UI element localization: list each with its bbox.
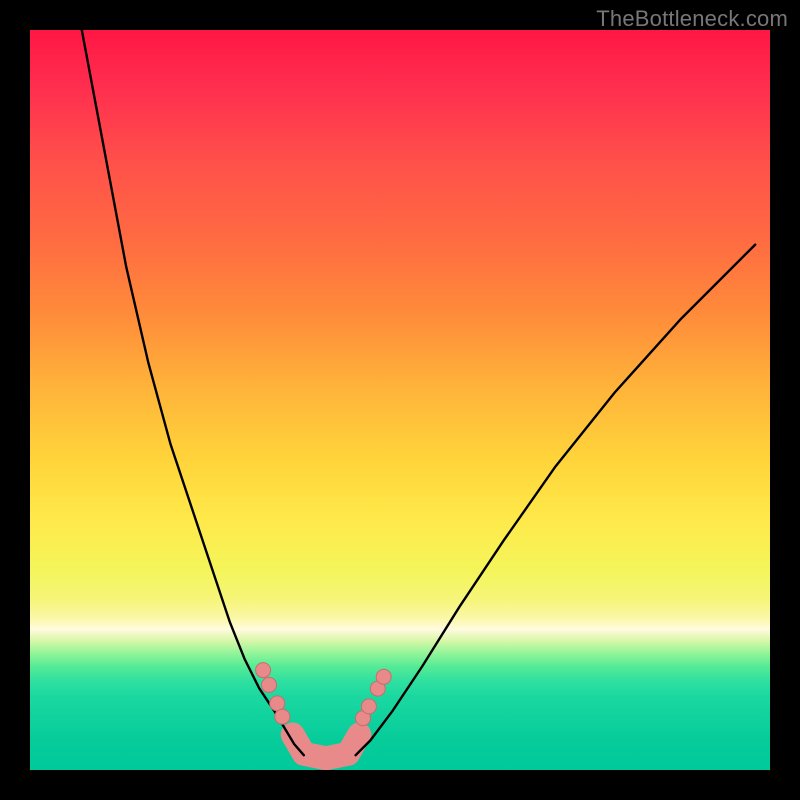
plot-area [30, 30, 770, 770]
series-left-curve [82, 30, 304, 755]
bead-marker [275, 709, 290, 724]
chart-svg [30, 30, 770, 770]
bead-marker [376, 669, 391, 684]
bead-marker [256, 663, 271, 678]
stage: TheBottleneck.com [0, 0, 800, 800]
series-right-curve [356, 245, 756, 756]
bead-marker [262, 677, 277, 692]
bead-marker [270, 696, 285, 711]
bead-marker [361, 699, 376, 714]
watermark-text: TheBottleneck.com [596, 6, 788, 32]
marker-layer [256, 663, 392, 726]
curve-layer [82, 30, 755, 755]
